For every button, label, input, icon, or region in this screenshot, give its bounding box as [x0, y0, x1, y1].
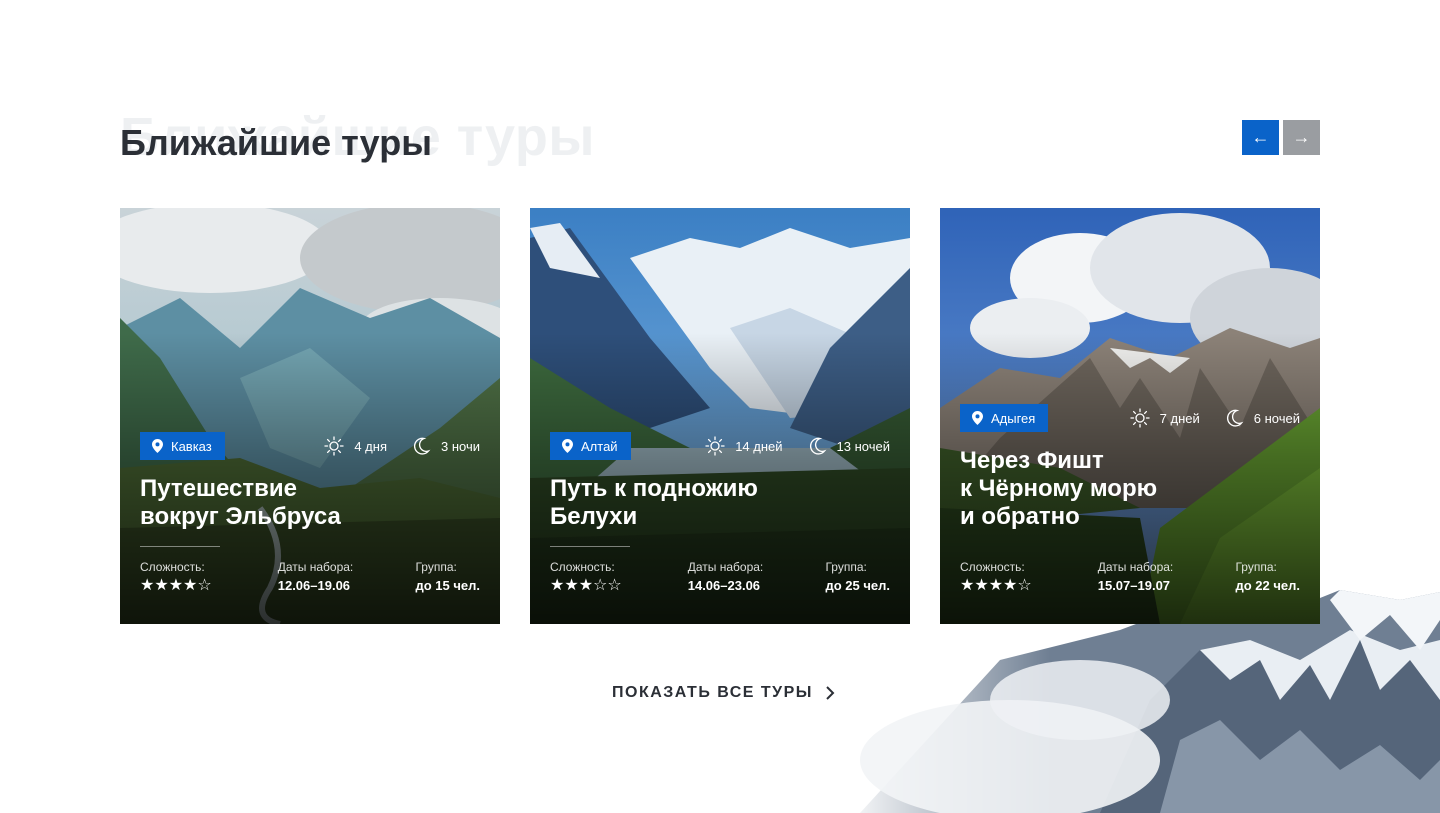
slider-navigation: ← → [1242, 120, 1320, 155]
tour-info: Сложность: ★★★☆☆ Даты набора: 14.06–23.0… [550, 560, 890, 594]
card-divider [550, 546, 630, 547]
tour-title-line: Белухи [550, 503, 638, 530]
days-count: 4 дня [354, 438, 387, 454]
tour-title[interactable]: Путь к подножию Белухи [550, 475, 890, 531]
difficulty-label: Сложность: [550, 560, 615, 574]
sun-icon [705, 436, 725, 456]
days-count: 14 дней [735, 438, 783, 454]
tour-cards: Кавказ 4 дня 3 ночи Путешествие вокруг Э… [120, 208, 1320, 624]
difficulty-stars: ★★★★☆ [960, 577, 1032, 594]
region-badge[interactable]: Алтай [550, 432, 631, 460]
dates-value: 15.07–19.07 [1097, 578, 1171, 593]
moon-icon [809, 437, 826, 455]
dates-label: Даты набора: [1097, 560, 1174, 574]
tour-info: Сложность: ★★★★☆ Даты набора: 15.07–19.0… [960, 560, 1300, 594]
dates-label: Даты набора: [687, 560, 764, 574]
arrow-right-icon: → [1292, 127, 1311, 147]
tour-meta: Адыгея 7 дней 6 ночей [960, 404, 1300, 432]
slider-prev-button[interactable]: ← [1242, 120, 1279, 155]
dates-value: 14.06–23.06 [687, 578, 761, 593]
tour-title-line: Путь к подножию [550, 475, 758, 502]
upcoming-tours-section: Ближайшие туры Ближайшие туры ← → Кавказ… [120, 0, 1320, 813]
show-all-tours-link[interactable]: ПОКАЗАТЬ ВСЕ ТУРЫ [612, 684, 835, 702]
region-name: Кавказ [171, 438, 212, 454]
map-pin-icon [562, 439, 573, 453]
region-name: Алтай [581, 438, 618, 454]
section-title: Ближайшие туры [120, 122, 432, 163]
tour-title-line: вокруг Эльбруса [140, 503, 341, 530]
dates-label: Даты набора: [277, 560, 354, 574]
difficulty-stars: ★★★☆☆ [550, 577, 622, 594]
tour-info: Сложность: ★★★★☆ Даты набора: 12.06–19.0… [140, 560, 480, 594]
moon-icon [413, 437, 431, 455]
group-value: до 15 чел. [415, 578, 480, 593]
tour-duration: 7 дней 6 ночей [1130, 408, 1300, 428]
difficulty-label: Сложность: [960, 560, 1025, 574]
group-label: Группа: [1235, 560, 1277, 574]
dates-value: 12.06–19.06 [277, 578, 351, 593]
tour-card[interactable]: Алтай 14 дней 13 ночей Путь к подножию Б… [530, 208, 910, 624]
tour-title-line: Через Фишт [960, 447, 1104, 474]
group-label: Группа: [415, 560, 457, 574]
tour-title-line: и обратно [960, 503, 1080, 530]
difficulty-label: Сложность: [140, 560, 205, 574]
map-pin-icon [152, 439, 163, 453]
section-heading: Ближайшие туры Ближайшие туры [120, 96, 820, 186]
slider-next-button[interactable]: → [1283, 120, 1320, 155]
arrow-left-icon: ← [1251, 127, 1270, 147]
sun-icon [324, 436, 344, 456]
tour-duration: 14 дней 13 ночей [705, 436, 890, 456]
nights-count: 6 ночей [1253, 410, 1300, 426]
tour-meta: Алтай 14 дней 13 ночей [550, 432, 890, 460]
group-value: до 22 чел. [1235, 578, 1300, 593]
tour-duration: 4 дня 3 ночи [324, 436, 480, 456]
card-divider [140, 546, 220, 547]
chevron-right-icon [826, 686, 835, 700]
tour-title-line: Путешествие [140, 475, 297, 502]
tour-title-line: к Чёрному морю [960, 475, 1158, 502]
show-all-label: ПОКАЗАТЬ ВСЕ ТУРЫ [612, 684, 813, 701]
nights-count: 3 ночи [441, 438, 480, 454]
nights-count: 13 ночей [836, 438, 890, 454]
difficulty-stars: ★★★★☆ [140, 577, 212, 594]
tour-title[interactable]: Путешествие вокруг Эльбруса [140, 475, 480, 531]
map-pin-icon [972, 411, 983, 425]
region-name: Адыгея [991, 410, 1036, 426]
group-value: до 25 чел. [825, 578, 890, 593]
sun-icon [1130, 408, 1150, 428]
tour-meta: Кавказ 4 дня 3 ночи [140, 432, 480, 460]
region-badge[interactable]: Кавказ [140, 432, 225, 460]
tour-title[interactable]: Через Фишт к Чёрному морю и обратно [960, 447, 1300, 531]
moon-icon [1226, 409, 1244, 427]
tour-card[interactable]: Кавказ 4 дня 3 ночи Путешествие вокруг Э… [120, 208, 500, 624]
days-count: 7 дней [1159, 410, 1200, 426]
group-label: Группа: [825, 560, 867, 574]
region-badge[interactable]: Адыгея [960, 404, 1049, 432]
tour-card[interactable]: Адыгея 7 дней 6 ночей Через Фишт к Чёрно… [940, 208, 1320, 624]
